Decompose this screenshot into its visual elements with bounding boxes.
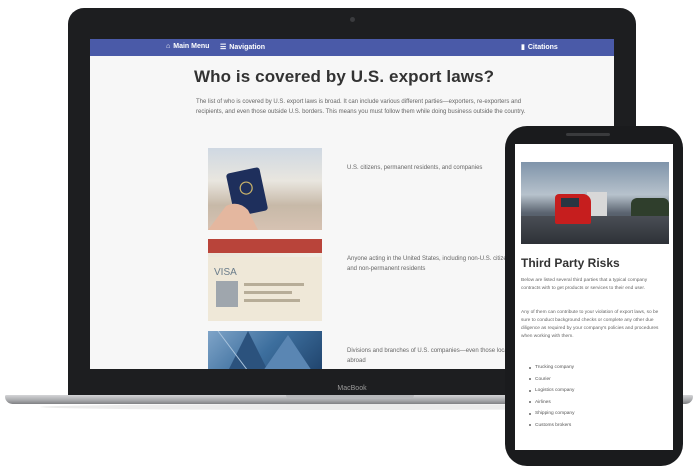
bullet-icon [529, 412, 531, 415]
visa-photo: VISA [208, 239, 322, 321]
laptop-camera [350, 17, 355, 22]
list-item: Customs brokers [529, 420, 574, 432]
intro-paragraph: The list of who is covered by U.S. expor… [196, 99, 526, 115]
bullet-icon [529, 389, 531, 392]
book-icon: ▮ [521, 44, 525, 51]
page-title: Who is covered by U.S. export laws? [194, 67, 495, 86]
truck-photo [521, 162, 669, 244]
passport-illustration [208, 167, 268, 230]
list-item: Airlines [529, 397, 574, 409]
phone-page-title: Third Party Risks [521, 256, 620, 270]
bullet-icon [529, 424, 531, 427]
buildings-photo [208, 331, 322, 369]
bullet-icon [529, 366, 531, 369]
phone-paragraph-2: Any of them can contribute to your viola… [521, 310, 659, 339]
list-item: Trucking company [529, 362, 574, 374]
phone-speaker [566, 133, 610, 136]
highway-road [521, 216, 669, 244]
row-text-2: Anyone acting in the United States, incl… [347, 256, 514, 272]
row-text-1: U.S. citizens, permanent residents, and … [347, 165, 483, 171]
phone-screen: Third Party Risks Below are listed sever… [515, 144, 673, 450]
laptop-notch [286, 395, 414, 399]
navigation-label: Navigation [229, 43, 266, 51]
citations-button[interactable]: ▮ Citations [521, 43, 558, 52]
truck-window [561, 198, 579, 207]
bullet-icon [529, 378, 531, 381]
passport-photo [208, 148, 322, 230]
bullet-icon [529, 401, 531, 404]
buildings-illustration [217, 331, 311, 369]
phone-paragraph-1: Below are listed several third parties t… [521, 278, 648, 291]
navigation-button[interactable]: ☰ Navigation [220, 43, 266, 52]
citations-label: Citations [527, 43, 558, 51]
home-icon: ⌂ [166, 43, 171, 50]
list-item: Logistics company [529, 385, 574, 397]
row-text-3: Divisions and branches of U.S. companies… [347, 348, 517, 364]
svg-text:VISA: VISA [214, 267, 237, 278]
third-party-list: Trucking company Courier Logistics compa… [529, 362, 574, 431]
list-item: Courier [529, 374, 574, 386]
main-menu-label: Main Menu [173, 43, 210, 50]
main-menu-button[interactable]: ⌂ Main Menu [166, 43, 209, 50]
visa-illustration: VISA [208, 239, 322, 321]
course-navbar: ⌂ Main Menu ☰ Navigation ▮ Citations [90, 39, 614, 56]
list-item: Shipping company [529, 408, 574, 420]
menu-icon: ☰ [220, 44, 227, 51]
